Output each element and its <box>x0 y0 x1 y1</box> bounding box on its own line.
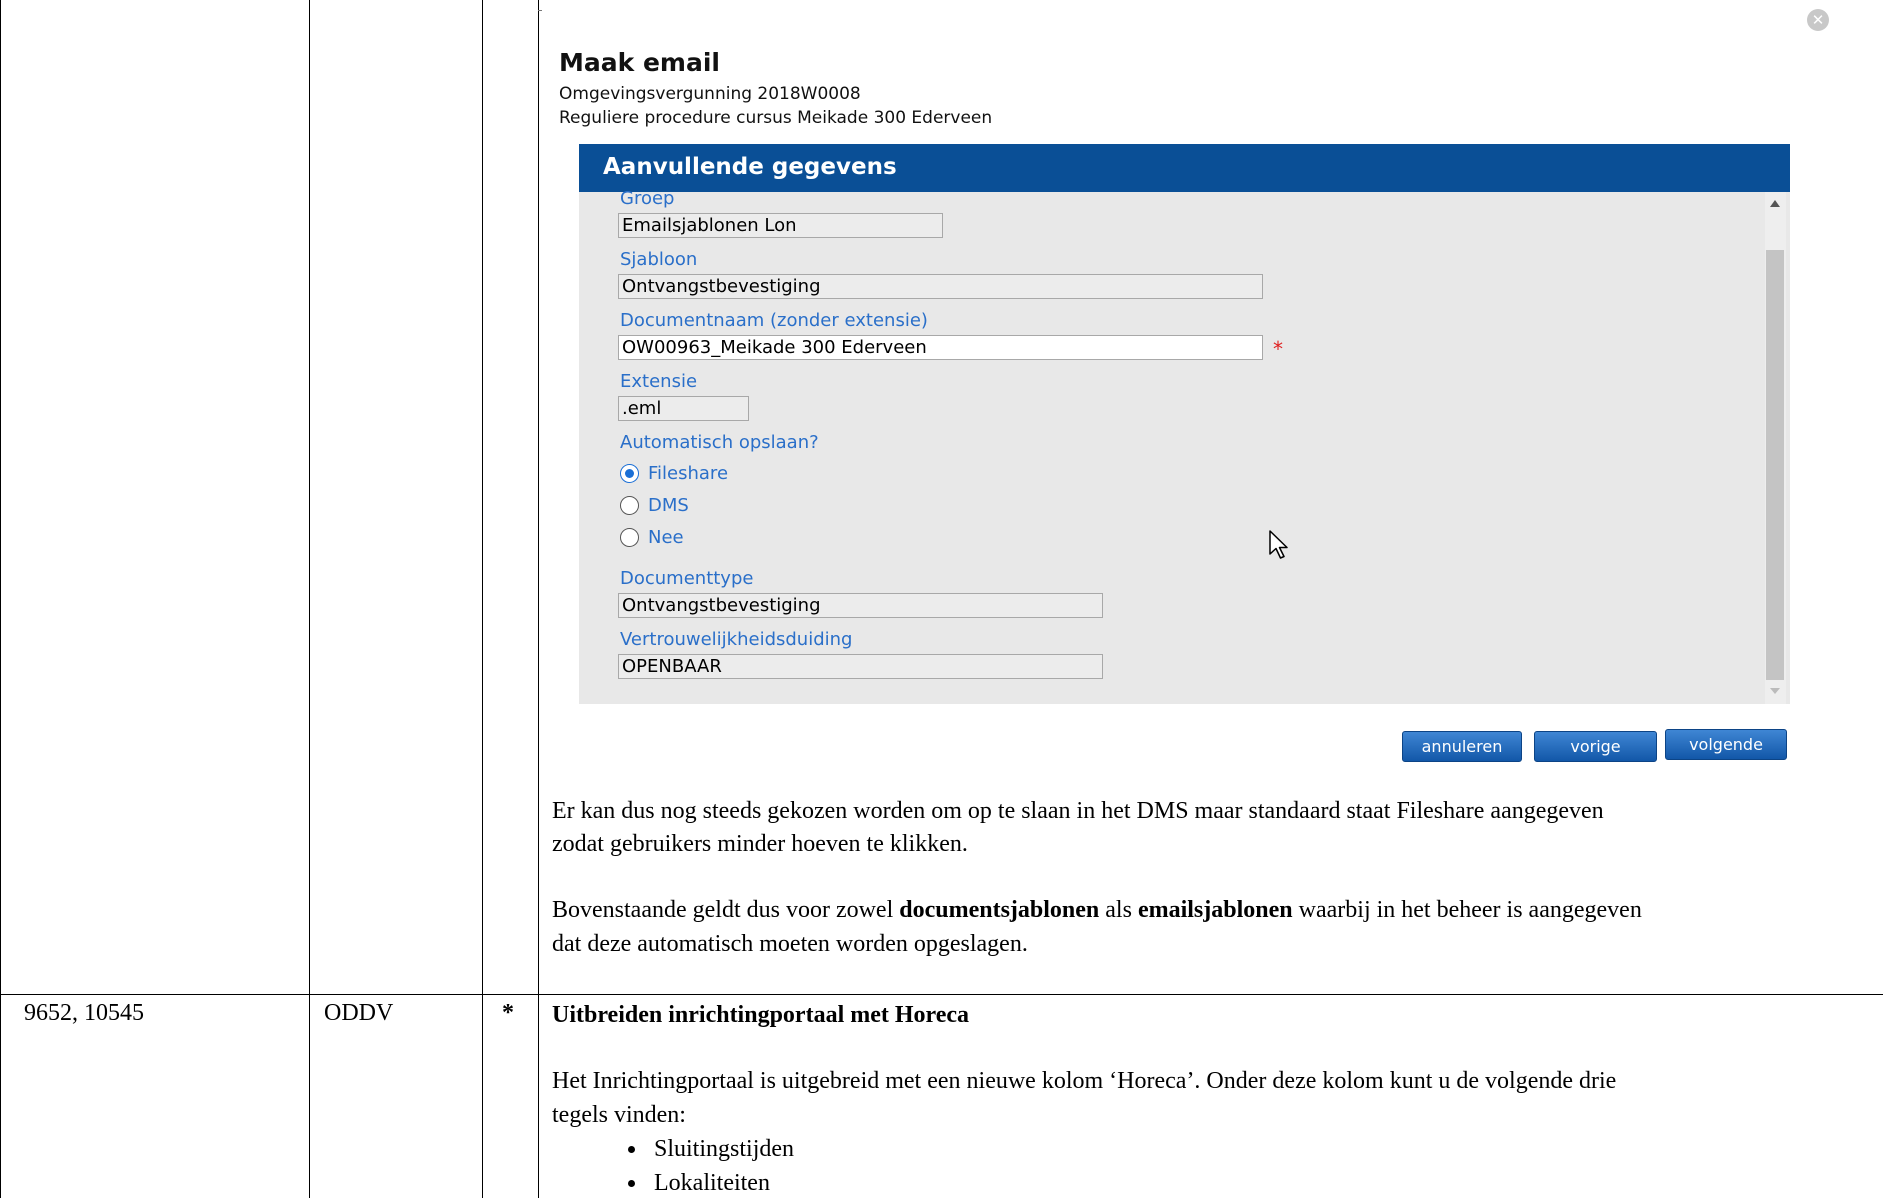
table-border-left <box>0 0 1 1198</box>
list-item: Sluitingstijden <box>648 1132 794 1166</box>
documentnaam-label: Documentnaam (zonder extensie) <box>620 310 928 331</box>
documenttype-field[interactable]: Ontvangstbevestiging <box>618 593 1103 618</box>
mouse-cursor-icon <box>1269 530 1288 559</box>
documenttype-label: Documenttype <box>620 568 754 589</box>
row-marker: * <box>502 1000 514 1026</box>
paragraph-text: Bovenstaande geldt dus voor zowel docume… <box>552 893 1642 927</box>
extensie-field[interactable]: .eml <box>618 396 749 421</box>
radio-dms[interactable] <box>620 496 639 515</box>
groep-field[interactable]: Emailsjablonen Lon <box>618 213 943 238</box>
vertrouwelijkheid-label: Vertrouwelijkheidsduiding <box>620 629 853 650</box>
table-column-divider <box>482 0 483 1198</box>
scroll-up-icon[interactable] <box>1770 200 1780 207</box>
scrollbar-thumb[interactable] <box>1766 250 1784 680</box>
radio-label-dms[interactable]: DMS <box>648 495 689 516</box>
previous-button[interactable]: vorige <box>1534 731 1657 762</box>
documentnaam-field[interactable]: OW00963_Meikade 300 Ederveen <box>618 335 1263 360</box>
vertrouwelijkheid-field[interactable]: OPENBAAR <box>618 654 1103 679</box>
dialog-title: Maak email <box>559 48 720 77</box>
bold-term: emailsjablonen <box>1137 897 1293 923</box>
extensie-label: Extensie <box>620 371 698 392</box>
paragraph-text: dat deze automatisch moeten worden opges… <box>552 931 1028 957</box>
close-icon[interactable]: ✕ <box>1807 9 1829 31</box>
radio-label-fileshare[interactable]: Fileshare <box>648 463 728 484</box>
sjabloon-label: Sjabloon <box>620 249 698 270</box>
text-span: Bovenstaande geldt dus voor zowel <box>552 897 900 923</box>
radio-nee[interactable] <box>620 528 639 547</box>
auto-save-label: Automatisch opslaan? <box>620 432 819 453</box>
next-button[interactable]: volgende <box>1665 729 1787 760</box>
bullet-list: Sluitingstijden Lokaliteiten <box>600 1132 794 1200</box>
table-row-divider <box>0 994 1883 995</box>
paragraph-text: Er kan dus nog steeds gekozen worden om … <box>552 798 1604 824</box>
dialog-subtitle: Omgevingsvergunning 2018W0008 <box>559 84 861 104</box>
cancel-button[interactable]: annuleren <box>1402 731 1522 762</box>
scroll-down-icon[interactable] <box>1770 688 1780 694</box>
table-column-divider <box>538 0 539 1198</box>
radio-fileshare[interactable] <box>620 464 639 483</box>
row-heading: Uitbreiden inrichtingportaal met Horeca <box>552 1002 970 1028</box>
paragraph-text: Het Inrichtingportaal is uitgebreid met … <box>552 1068 1617 1094</box>
radio-label-nee[interactable]: Nee <box>648 527 684 548</box>
groep-label: Groep <box>620 188 675 209</box>
row-ids: 9652, 10545 <box>24 1000 144 1026</box>
paragraph-text: tegels vinden: <box>552 1102 686 1128</box>
required-marker: * <box>1273 337 1283 361</box>
paragraph-text: zodat gebruikers minder hoeven te klikke… <box>552 831 968 857</box>
sjabloon-field[interactable]: Ontvangstbevestiging <box>618 274 1263 299</box>
row-org: ODDV <box>324 1000 394 1026</box>
bold-term: documentsjablonen <box>899 897 1100 923</box>
section-header: Aanvullende gegevens <box>579 144 1790 192</box>
table-column-divider <box>309 0 310 1198</box>
dialog-subtitle: Reguliere procedure cursus Meikade 300 E… <box>559 108 993 128</box>
list-item: Lokaliteiten <box>648 1166 794 1200</box>
text-span: als <box>1099 897 1138 923</box>
text-span: waarbij in het beheer is aangegeven <box>1292 897 1642 923</box>
